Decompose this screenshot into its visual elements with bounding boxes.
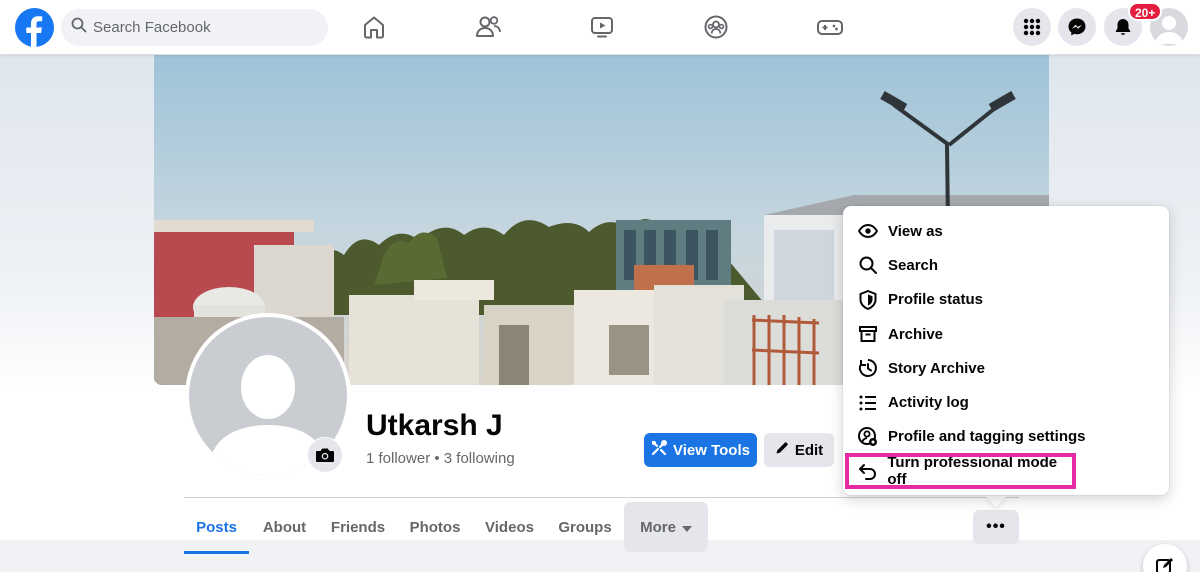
camera-icon[interactable] <box>307 437 343 473</box>
tab-about[interactable]: About <box>253 502 316 552</box>
header-divider <box>184 497 1019 498</box>
menu-item-label: Profile and tagging settings <box>888 428 1086 446</box>
tab-posts[interactable]: Posts <box>184 502 249 554</box>
edit-label: Edit <box>794 441 824 459</box>
search-icon <box>71 17 87 38</box>
facebook-logo[interactable] <box>15 8 54 47</box>
tab-label: Posts <box>196 518 237 536</box>
top-navigation-bar: 20+ <box>0 0 1200 55</box>
shield-icon <box>857 289 879 311</box>
menu-item-label: Turn professional mode off <box>887 454 1058 489</box>
more-options-button[interactable]: ••• <box>973 510 1019 544</box>
view-tools-label: View Tools <box>673 441 750 459</box>
menu-item-story-archive[interactable]: Story Archive <box>843 351 1169 385</box>
feed-background <box>0 556 1200 572</box>
user-gear-icon <box>857 426 879 448</box>
eye-icon <box>857 220 879 242</box>
menu-item-search[interactable]: Search <box>843 248 1169 282</box>
messenger-icon[interactable] <box>1058 8 1096 46</box>
menu-item-profile-tagging-settings[interactable]: Profile and tagging settings <box>843 420 1169 454</box>
history-icon <box>857 357 879 379</box>
tools-icon <box>651 439 668 460</box>
tab-videos[interactable]: Videos <box>478 502 541 552</box>
groups-icon[interactable] <box>701 12 731 42</box>
tab-label: Groups <box>558 518 612 536</box>
menu-item-label: Archive <box>888 325 944 343</box>
menu-item-label: Search <box>888 256 939 274</box>
search-input[interactable] <box>93 19 313 36</box>
menu-item-label: Activity log <box>888 394 969 412</box>
profile-options-menu: View as Search Profile status Archive St… <box>843 206 1169 495</box>
undo-icon <box>857 460 878 482</box>
tab-photos[interactable]: Photos <box>402 502 468 552</box>
pencil-icon <box>775 441 789 459</box>
list-icon <box>857 392 879 414</box>
follower-stats[interactable]: 1 follower • 3 following <box>366 450 515 467</box>
view-tools-button[interactable]: View Tools <box>644 433 757 467</box>
tab-label: More <box>640 518 676 536</box>
profile-name: Utkarsh J <box>366 409 503 442</box>
menu-item-label: Story Archive <box>888 359 985 377</box>
archive-icon <box>857 323 879 345</box>
menu-grid-icon[interactable] <box>1013 8 1051 46</box>
tab-label: Friends <box>330 518 386 536</box>
watch-icon[interactable] <box>587 12 617 42</box>
notification-badge: 20+ <box>1128 2 1163 21</box>
tab-friends[interactable]: Friends <box>324 502 392 552</box>
menu-item-label: Profile status <box>888 291 984 309</box>
home-icon[interactable] <box>359 12 389 42</box>
menu-item-archive[interactable]: Archive <box>843 317 1169 351</box>
edit-profile-button[interactable]: Edit <box>764 433 834 467</box>
friends-icon[interactable] <box>473 12 503 42</box>
search-box[interactable] <box>61 9 328 46</box>
tab-groups[interactable]: Groups <box>552 502 618 552</box>
new-message-icon[interactable] <box>1143 544 1187 572</box>
menu-item-label: View as <box>888 222 943 240</box>
menu-item-view-as[interactable]: View as <box>843 214 1169 248</box>
gaming-icon[interactable] <box>815 12 845 42</box>
tab-label: Videos <box>485 518 534 536</box>
search-icon <box>857 254 879 276</box>
caret-down-icon <box>681 519 692 536</box>
tab-label: Photos <box>409 518 461 536</box>
menu-item-profile-status[interactable]: Profile status <box>843 283 1169 317</box>
tab-label: About <box>262 518 307 536</box>
menu-item-activity-log[interactable]: Activity log <box>843 385 1169 419</box>
tab-more[interactable]: More <box>624 502 708 552</box>
menu-item-turn-professional-mode-off[interactable]: Turn professional mode off <box>845 453 1076 490</box>
